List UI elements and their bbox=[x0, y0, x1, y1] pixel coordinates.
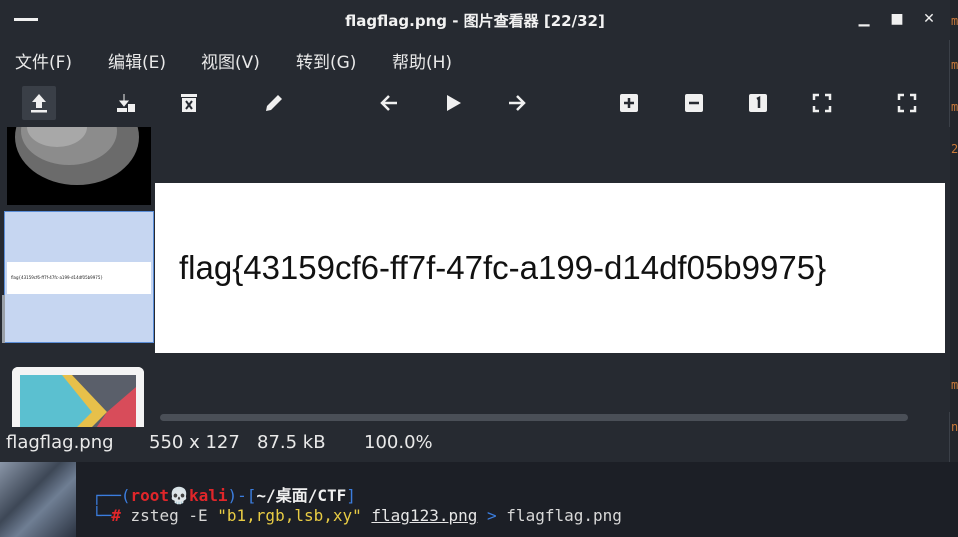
status-bar: flagflag.png 550 x 127 87.5 kB 100.0% bbox=[0, 428, 950, 458]
displayed-image: flag{43159cf6-ff7f-47fc-a199-d14df05b997… bbox=[155, 183, 945, 353]
prompt-user: root bbox=[130, 486, 170, 505]
skull-icon: 💀 bbox=[169, 486, 189, 505]
status-zoom: 100.0% bbox=[364, 432, 433, 453]
thumbnail-colorful-image[interactable] bbox=[12, 367, 144, 427]
prompt-host: kali bbox=[188, 486, 228, 505]
horizontal-scrollbar[interactable] bbox=[160, 414, 908, 421]
thumbnail-selected-flag[interactable]: flag{43159cf6-ff7f-47fc-a199-d14df05b997… bbox=[4, 211, 154, 343]
minimize-icon[interactable]: ▁ bbox=[853, 8, 875, 30]
image-canvas[interactable]: flag{43159cf6-ff7f-47fc-a199-d14df05b997… bbox=[155, 127, 950, 412]
menu-goto[interactable]: 转到(G) bbox=[296, 48, 356, 73]
fit-icon[interactable] bbox=[805, 86, 839, 120]
menu-file[interactable]: 文件(F) bbox=[15, 48, 72, 73]
fullscreen-icon[interactable] bbox=[890, 86, 924, 120]
close-icon[interactable]: ✕ bbox=[918, 8, 940, 30]
terminal[interactable]: ┌──(root💀kali)-[~/桌面/CTF] └─# zsteg -E "… bbox=[0, 462, 958, 537]
terminal-command-line[interactable]: └─# zsteg -E "b1,rgb,lsb,xy" flag123.png… bbox=[92, 506, 622, 525]
prompt-bracket-close: ] bbox=[346, 486, 356, 505]
actual-size-icon[interactable] bbox=[741, 86, 775, 120]
status-filesize: 87.5 kB bbox=[257, 432, 326, 453]
menu-help[interactable]: 帮助(H) bbox=[392, 48, 452, 73]
prompt-bracket-open: ┌──( bbox=[92, 486, 131, 505]
thumbnail-dark-image[interactable] bbox=[7, 127, 151, 205]
status-filename: flagflag.png bbox=[6, 432, 114, 453]
prompt-bracket-mid: )-[ bbox=[227, 486, 257, 505]
upload-icon[interactable] bbox=[22, 86, 56, 120]
back-arrow-icon[interactable] bbox=[372, 86, 406, 120]
maximize-icon[interactable]: ■ bbox=[886, 8, 908, 30]
menu-edit[interactable]: 编辑(E) bbox=[108, 48, 166, 73]
status-dimensions: 550 x 127 bbox=[149, 432, 240, 453]
flag-text: flag{43159cf6-ff7f-47fc-a199-d14df05b997… bbox=[179, 249, 827, 286]
prompt-hash: # bbox=[111, 506, 121, 525]
background-terminal-edge: m m m 2 m n bbox=[950, 0, 958, 470]
thumbnail-scrollbar[interactable] bbox=[2, 295, 5, 343]
delete-icon[interactable] bbox=[172, 86, 206, 120]
thumbnail-flag-text: flag{43159cf6-ff7f-47fc-a199-d14df05b997… bbox=[7, 262, 151, 294]
menu-view[interactable]: 视图(V) bbox=[201, 48, 260, 73]
command-argument: "b1,rgb,lsb,xy" bbox=[217, 506, 362, 525]
prompt-prefix: └─ bbox=[92, 506, 112, 525]
command-name: zsteg bbox=[130, 506, 179, 525]
save-icon[interactable] bbox=[108, 86, 142, 120]
thumbnail-strip[interactable]: flag{43159cf6-ff7f-47fc-a199-d14df05b997… bbox=[0, 127, 155, 427]
terminal-background-image bbox=[0, 462, 76, 537]
zoom-in-icon[interactable] bbox=[612, 86, 646, 120]
title-bar: flagflag.png - 图片查看器 [22/32] ▁ ■ ✕ bbox=[0, 0, 950, 40]
image-viewer-window: flagflag.png - 图片查看器 [22/32] ▁ ■ ✕ 文件(F)… bbox=[0, 0, 950, 462]
edit-icon[interactable] bbox=[257, 86, 291, 120]
play-icon[interactable] bbox=[436, 86, 470, 120]
terminal-prompt-line: ┌──(root💀kali)-[~/桌面/CTF] bbox=[92, 482, 356, 506]
command-input-file: flag123.png bbox=[371, 506, 478, 525]
window-title: flagflag.png - 图片查看器 [22/32] bbox=[345, 12, 605, 30]
forward-arrow-icon[interactable] bbox=[500, 86, 534, 120]
command-flag: -E bbox=[188, 506, 208, 525]
command-redirect: > bbox=[487, 506, 497, 525]
prompt-path: ~/桌面/CTF bbox=[256, 486, 347, 505]
zoom-out-icon[interactable] bbox=[677, 86, 711, 120]
toolbar bbox=[0, 82, 950, 124]
command-output-file: flagflag.png bbox=[506, 506, 622, 525]
menu-bar: 文件(F) 编辑(E) 视图(V) 转到(G) 帮助(H) bbox=[0, 44, 950, 74]
